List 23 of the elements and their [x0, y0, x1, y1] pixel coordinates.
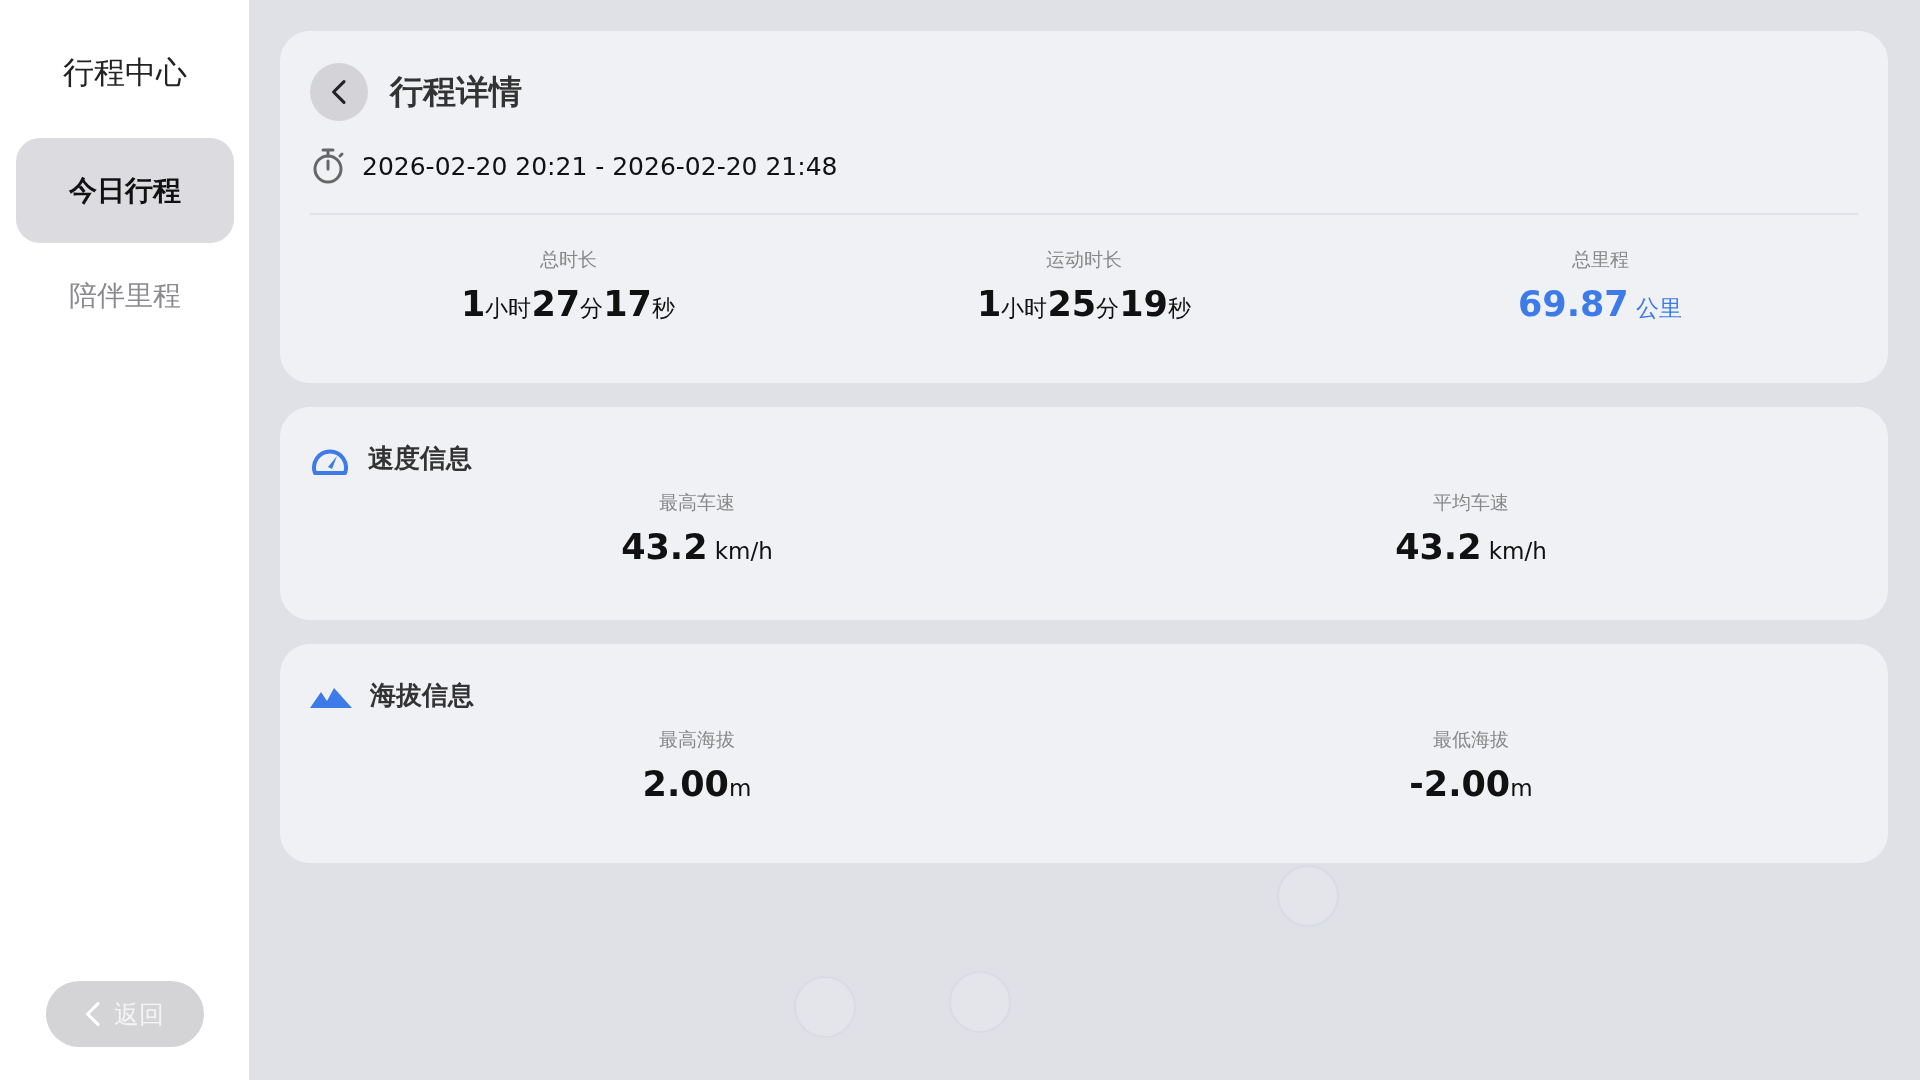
- sidebar-title: 行程中心: [62, 53, 187, 92]
- chevron-left-icon: [331, 79, 347, 105]
- stat-value: 1小时27分 17秒: [461, 285, 675, 324]
- stat-value: 43.2 km/h: [1395, 528, 1547, 567]
- stat-label: 运动时长: [1046, 247, 1122, 272]
- stat-label: 最低海拔: [1433, 727, 1509, 752]
- sidebar-item[interactable]: 陪伴里程: [15, 243, 234, 348]
- section-title: 速度信息: [368, 442, 472, 475]
- stat-value: 2.00m: [642, 765, 752, 804]
- chevron-left-icon: [84, 1001, 101, 1027]
- section-title: 海拔信息: [370, 679, 474, 712]
- stat-label: 最高海拔: [659, 727, 735, 752]
- stat-value: 69.87 公里: [1518, 285, 1682, 324]
- stat-value: 1小时25分 19秒: [977, 285, 1191, 324]
- time-range: 2026-02-20 20:21 - 2026-02-20 21:48: [362, 151, 838, 181]
- stat-label: 总里程: [1571, 247, 1629, 272]
- stat-label: 最高车速: [659, 490, 735, 515]
- sidebar-item[interactable]: 今日行程: [15, 138, 234, 243]
- stat-label: 平均车速: [1433, 490, 1509, 515]
- stat-label: 总时长: [539, 247, 597, 272]
- page-title: 行程详情: [390, 70, 522, 113]
- stat-value: -2.00m: [1409, 765, 1533, 804]
- stat-value: 43.2 km/h: [621, 528, 773, 567]
